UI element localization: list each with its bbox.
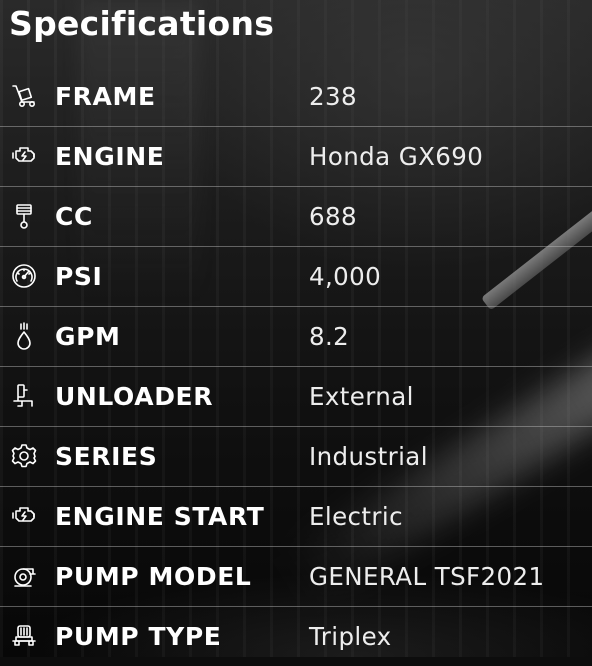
water-drop-icon — [9, 321, 39, 351]
triplex-pump-icon — [9, 621, 39, 651]
spec-row-engine-start: ENGINE START Electric — [0, 486, 592, 546]
spec-value: 688 — [309, 201, 357, 231]
piston-icon — [9, 201, 39, 231]
spec-label: PUMP TYPE — [55, 621, 222, 651]
engine-icon — [9, 141, 39, 171]
pump-icon — [9, 561, 39, 591]
spec-label: PUMP MODEL — [55, 561, 252, 591]
spec-value: GENERAL TSF2021 — [309, 561, 545, 591]
spec-label: CC — [55, 201, 93, 231]
spec-row-series: SERIES Industrial — [0, 426, 592, 486]
spec-row-gpm: GPM 8.2 — [0, 306, 592, 366]
spec-row-pump-model: PUMP MODEL GENERAL TSF2021 — [0, 546, 592, 606]
hand-truck-icon — [9, 81, 39, 111]
unloader-valve-icon — [9, 381, 39, 411]
spec-list: FRAME 238 ENGINE Honda GX690 CC 688 PSI … — [0, 66, 592, 666]
spec-value: External — [309, 381, 414, 411]
spec-row-psi: PSI 4,000 — [0, 246, 592, 306]
spec-label: SERIES — [55, 441, 158, 471]
spec-row-cc: CC 688 — [0, 186, 592, 246]
spec-value: Industrial — [309, 441, 428, 471]
gear-icon — [9, 441, 39, 471]
spec-label: FRAME — [55, 81, 156, 111]
spec-label: GPM — [55, 321, 121, 351]
spec-value: Electric — [309, 501, 403, 531]
spec-value: 4,000 — [309, 261, 382, 291]
spec-value: 8.2 — [309, 321, 350, 351]
spec-value: Honda GX690 — [309, 141, 484, 171]
spec-value: 238 — [309, 81, 357, 111]
spec-row-frame: FRAME 238 — [0, 66, 592, 126]
spec-row-engine: ENGINE Honda GX690 — [0, 126, 592, 186]
spec-value: Triplex — [309, 621, 392, 651]
spec-row-unloader: UNLOADER External — [0, 366, 592, 426]
gauge-icon — [9, 261, 39, 291]
spec-label: PSI — [55, 261, 103, 291]
spec-label: ENGINE START — [55, 501, 265, 531]
page-title: Specifications — [9, 4, 275, 43]
engine-icon — [9, 501, 39, 531]
spec-row-pump-type: PUMP TYPE Triplex — [0, 606, 592, 666]
spec-label: UNLOADER — [55, 381, 214, 411]
spec-label: ENGINE — [55, 141, 165, 171]
